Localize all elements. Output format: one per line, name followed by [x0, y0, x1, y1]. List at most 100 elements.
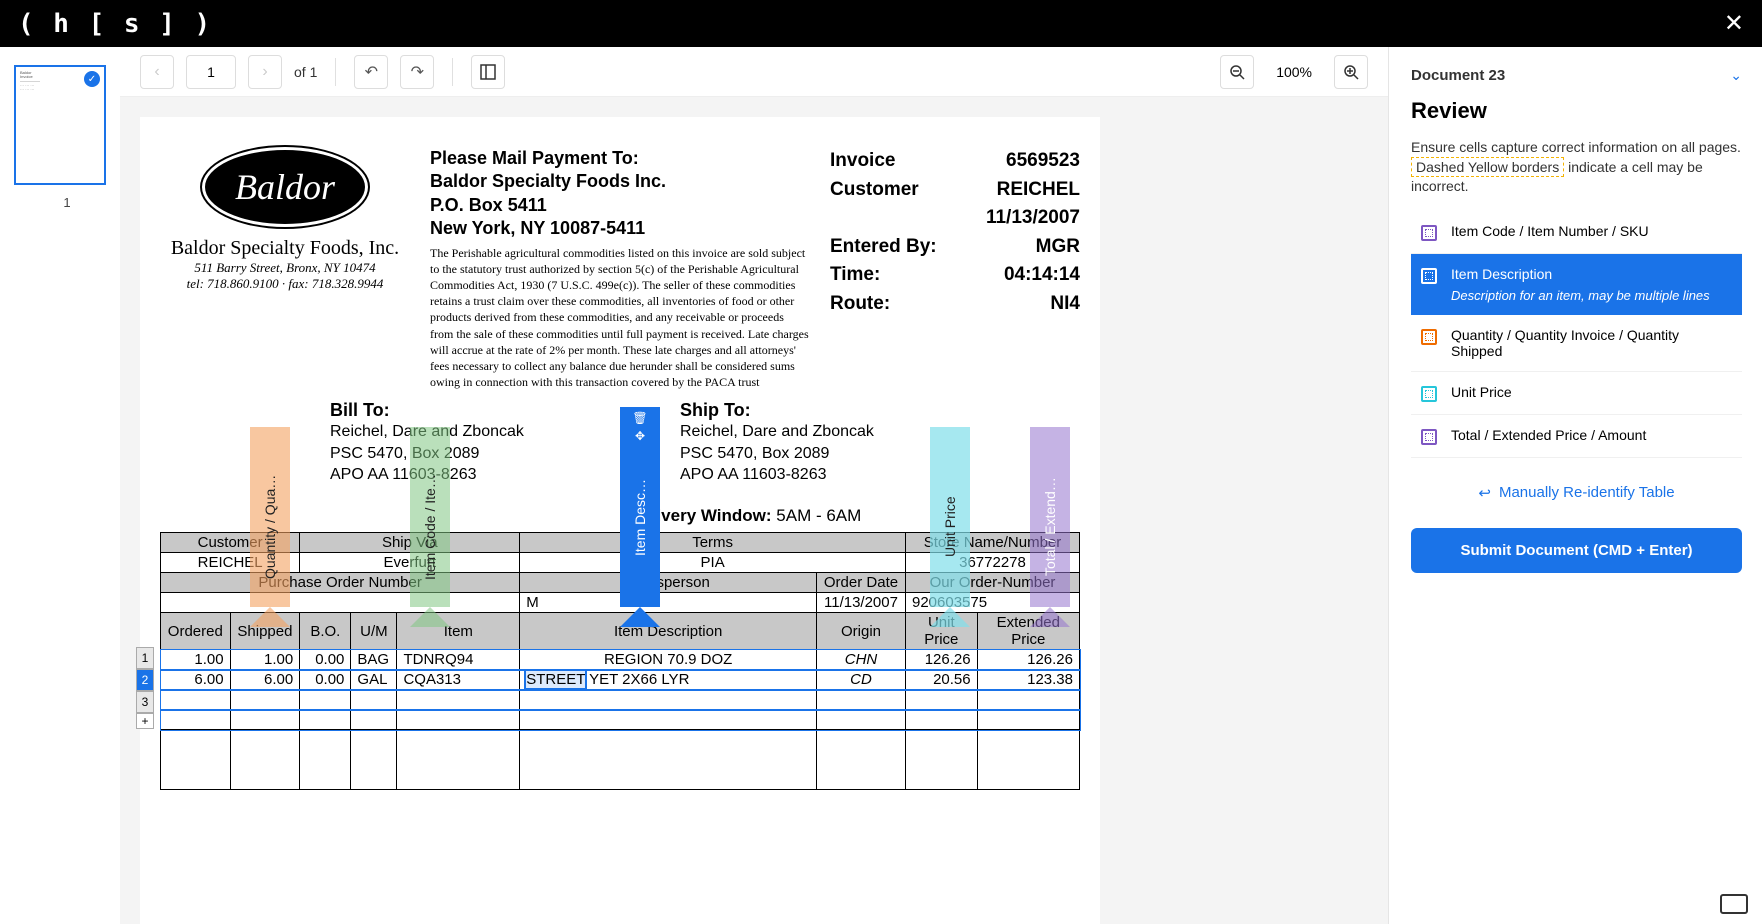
check-icon: ✓ — [84, 71, 100, 87]
table-row[interactable]: 6.00 6.00 0.00 GAL CQA313 STREET YET 2X6… — [161, 670, 1080, 690]
submit-button[interactable]: Submit Document (CMD + Enter) — [1411, 528, 1742, 573]
th-ordered: Ordered — [161, 613, 231, 650]
zoom-out-button[interactable] — [1220, 55, 1254, 89]
move-icon[interactable]: ✥ — [635, 429, 645, 443]
table-row-empty[interactable] — [161, 710, 1080, 730]
add-row-button[interactable]: + — [136, 713, 154, 729]
cell-desc[interactable]: STREET YET 2X66 LYR — [520, 670, 817, 690]
review-heading: Review — [1411, 98, 1742, 124]
page-thumbnail[interactable]: BaldorInvoice—————… … …… … … ✓ — [14, 65, 106, 185]
ship-to-title: Ship To: — [680, 400, 874, 421]
yellow-border-hint: Dashed Yellow borders — [1411, 157, 1564, 177]
th-terms: Terms — [520, 533, 906, 553]
manual-reidentify-link[interactable]: ↩ Manually Re-identify Table — [1411, 484, 1742, 502]
cell-ext-price[interactable]: 126.26 — [977, 650, 1079, 670]
redo-button[interactable]: ↷ — [400, 55, 434, 89]
th-salesperson: Salesperson — [520, 573, 817, 593]
document-scroll-area[interactable]: Baldor Baldor Specialty Foods, Inc. 511 … — [120, 97, 1388, 924]
field-total[interactable]: Total / Extended Price / Amount — [1411, 415, 1742, 458]
column-tag-item-desc[interactable]: Item Desc… 🗑 ✥ — [620, 407, 660, 607]
prev-page-button[interactable]: ‹ — [140, 55, 174, 89]
cell-um[interactable]: GAL — [351, 670, 397, 690]
td-terms: PIA — [520, 553, 906, 573]
table-row[interactable]: 1.00 1.00 0.00 BAG TDNRQ94 REGION 70.9 D… — [161, 650, 1080, 670]
toolbar-divider — [335, 58, 336, 86]
ship-to-l3: APO AA 11603-8263 — [680, 464, 874, 486]
undo-arrow-icon: ↩ — [1478, 484, 1491, 502]
cell-desc[interactable]: REGION 70.9 DOZ — [520, 650, 817, 670]
viewer-pane: ‹ › of 1 ↶ ↷ 100% Bald — [120, 47, 1388, 924]
column-tag-unit-price[interactable]: Unit Price — [930, 427, 970, 607]
mail-to-line3: P.O. Box 5411 — [430, 194, 810, 217]
column-tag-quantity[interactable]: Quantity / Qua… — [250, 427, 290, 607]
company-name: Baldor Specialty Foods, Inc. — [160, 237, 410, 260]
top-header: ( h [ s ] ) ✕ — [0, 0, 1762, 47]
th-po: Purchase Order Number — [161, 573, 520, 593]
customer-value: REICHEL — [997, 176, 1080, 205]
table-row-empty[interactable] — [161, 690, 1080, 710]
main-layout: BaldorInvoice—————… … …… … … ✓ 1 ‹ › of … — [0, 47, 1762, 924]
cell-item[interactable]: TDNRQ94 — [397, 650, 520, 670]
cell-ext-price[interactable]: 123.38 — [977, 670, 1079, 690]
cell-origin[interactable]: CD — [817, 670, 906, 690]
customer-label: Customer — [830, 176, 919, 205]
zoom-in-icon — [1343, 64, 1359, 80]
cell-bo[interactable]: 0.00 — [300, 670, 351, 690]
bill-to-l2: PSC 5470, Box 2089 — [330, 443, 650, 465]
close-icon[interactable]: ✕ — [1724, 9, 1744, 38]
legal-text: The Perishable agricultural commodities … — [430, 245, 810, 391]
cell-unit-price[interactable]: 126.26 — [905, 650, 977, 670]
delivery-value: 5AM - 6AM — [776, 506, 861, 525]
cell-shipped[interactable]: 1.00 — [230, 650, 300, 670]
td-order-date: 11/13/2007 — [817, 593, 906, 613]
thumbnail-pane: BaldorInvoice—————… … …… … … ✓ 1 — [0, 47, 120, 924]
field-item-description[interactable]: Item Description Description for an item… — [1411, 254, 1742, 315]
vendor-logo: Baldor — [202, 147, 368, 227]
page-input[interactable] — [186, 55, 236, 89]
cell-ordered[interactable]: 1.00 — [161, 650, 231, 670]
keyboard-icon[interactable] — [1720, 894, 1748, 914]
td-salesperson: M — [520, 593, 817, 613]
entered-label: Entered By: — [830, 233, 937, 262]
cell-origin[interactable]: CHN — [817, 650, 906, 670]
cell-ordered[interactable]: 6.00 — [161, 670, 231, 690]
cell-bo[interactable]: 0.00 — [300, 650, 351, 670]
layout-button[interactable] — [471, 55, 505, 89]
page-count-label: of 1 — [294, 64, 317, 80]
undo-button[interactable]: ↶ — [354, 55, 388, 89]
field-icon — [1421, 429, 1437, 445]
zoom-in-button[interactable] — [1334, 55, 1368, 89]
time-value: 04:14:14 — [1004, 261, 1080, 290]
cell-item[interactable]: CQA313 — [397, 670, 520, 690]
trash-icon[interactable]: 🗑 — [632, 411, 647, 425]
chevron-down-icon[interactable]: ⌄ — [1730, 67, 1742, 84]
bill-to-l1: Reichel, Dare and Zboncak — [330, 421, 650, 443]
zoom-out-icon — [1229, 64, 1245, 80]
review-description: Ensure cells capture correct information… — [1411, 138, 1742, 197]
row-number[interactable]: 2 — [136, 669, 154, 691]
row-number[interactable]: 3 — [136, 691, 154, 713]
th-order-date: Order Date — [817, 573, 906, 593]
invoice-value: 6569523 — [1006, 147, 1080, 176]
row-number[interactable]: 1 — [136, 647, 154, 669]
route-label: Route: — [830, 290, 890, 319]
next-page-button[interactable]: › — [248, 55, 282, 89]
mail-to-line2: Baldor Specialty Foods Inc. — [430, 170, 810, 193]
field-icon — [1421, 225, 1437, 241]
field-unit-price[interactable]: Unit Price — [1411, 372, 1742, 415]
invoice-label: Invoice — [830, 147, 895, 176]
cell-unit-price[interactable]: 20.56 — [905, 670, 977, 690]
th-um: U/M — [351, 613, 397, 650]
bill-to-l3: APO AA 11603-8263 — [330, 464, 650, 486]
cell-shipped[interactable]: 6.00 — [230, 670, 300, 690]
cell-um[interactable]: BAG — [351, 650, 397, 670]
column-tag-total[interactable]: Total / Extend… — [1030, 427, 1070, 607]
field-item-code[interactable]: Item Code / Item Number / SKU — [1411, 211, 1742, 254]
field-icon — [1421, 386, 1437, 402]
mail-to-line4: New York, NY 10087-5411 — [430, 217, 810, 240]
highlighted-token[interactable]: STREET — [526, 671, 585, 688]
ship-to-l2: PSC 5470, Box 2089 — [680, 443, 874, 465]
th-origin: Origin — [817, 613, 906, 650]
column-tag-item-code[interactable]: Item Code / Ite… — [410, 427, 450, 607]
field-quantity[interactable]: Quantity / Quantity Invoice / Quantity S… — [1411, 315, 1742, 372]
